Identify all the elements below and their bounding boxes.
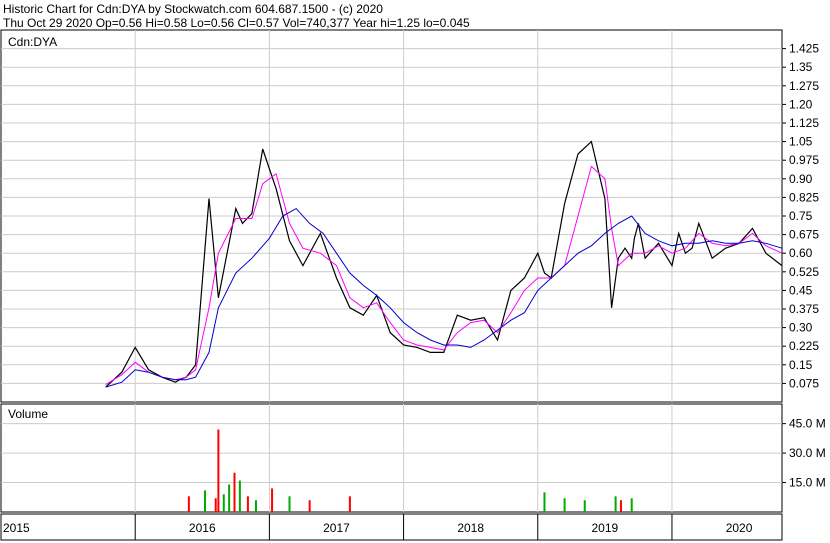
price-tick-label: 1.425 <box>789 42 819 56</box>
price-tick-label: 0.375 <box>789 302 819 316</box>
volume-bar <box>187 496 190 512</box>
volume-bar <box>214 498 217 512</box>
volume-bar <box>614 496 617 512</box>
x-axis-frame <box>0 513 783 541</box>
volume-bar <box>543 492 546 512</box>
volume-bar <box>254 500 257 512</box>
price-tick-label: 0.90 <box>789 172 813 186</box>
volume-bar <box>348 496 351 512</box>
x-axis: 2015 2016 2017 2018 2019 2020 <box>0 513 783 541</box>
volume-bar <box>288 496 291 512</box>
volume-bar <box>619 500 622 512</box>
volume-bar <box>233 472 236 512</box>
price-grid <box>1 30 782 402</box>
price-tick-label: 0.60 <box>789 246 813 260</box>
price-tick-label: 0.30 <box>789 321 813 335</box>
price-tick-label: 0.225 <box>789 339 819 353</box>
price-tick-label: 1.20 <box>789 97 813 111</box>
x-year-label: 2020 <box>726 521 753 535</box>
volume-panel: Volume 45.0 M 30.0 M 15.0 M <box>0 403 826 513</box>
price-tick-label: 0.675 <box>789 228 819 242</box>
volume-panel-frame <box>0 403 783 513</box>
x-year-label: 2015 <box>3 521 30 535</box>
volume-tick-label: 30.0 M <box>789 446 826 460</box>
volume-bar <box>630 498 633 512</box>
price-tick-label: 1.275 <box>789 79 819 93</box>
price-tick-label: 0.825 <box>789 190 819 204</box>
volume-bar <box>583 500 586 512</box>
price-tick-label: 1.35 <box>789 60 813 74</box>
x-year-label: 2016 <box>189 521 216 535</box>
volume-tick-label: 15.0 M <box>789 476 826 490</box>
price-tick-label: 0.45 <box>789 283 813 297</box>
price-tick-label: 0.75 <box>789 209 813 223</box>
volume-tick-label: 45.0 M <box>789 417 826 431</box>
volume-bar <box>246 496 249 512</box>
stock-chart: Historic Chart for Cdn:DYA by Stockwatch… <box>0 2 826 541</box>
price-tick-label: 0.975 <box>789 153 819 167</box>
x-year-label: 2018 <box>457 521 484 535</box>
volume-bar <box>308 500 311 512</box>
price-tick-label: 0.15 <box>789 358 813 372</box>
volume-bar <box>563 498 566 512</box>
volume-bar <box>203 490 206 512</box>
volume-bar <box>222 494 225 512</box>
chart-header-line1: Historic Chart for Cdn:DYA by Stockwatch… <box>3 2 383 16</box>
price-panel-title: Cdn:DYA <box>8 35 57 49</box>
volume-bar <box>238 480 241 512</box>
price-panel: Cdn:DYA 1.425 1.35 1.275 1.20 1.125 1.05 0.975… <box>0 29 819 403</box>
volume-bar <box>217 429 220 512</box>
price-y-axis: 1.425 1.35 1.275 1.20 1.125 1.05 0.975 0.90 0.82… <box>782 42 819 390</box>
price-tick-label: 1.05 <box>789 135 813 149</box>
volume-bar <box>228 484 231 512</box>
x-year-label: 2017 <box>323 521 350 535</box>
x-year-label: 2019 <box>592 521 619 535</box>
price-tick-label: 0.075 <box>789 376 819 390</box>
price-tick-label: 0.525 <box>789 265 819 279</box>
volume-bar <box>271 488 274 512</box>
volume-y-axis: 45.0 M 30.0 M 15.0 M <box>782 417 826 490</box>
price-tick-label: 1.125 <box>789 116 819 130</box>
chart-header-line2: Thu Oct 29 2020 Op=0.56 Hi=0.58 Lo=0.56 … <box>3 16 470 30</box>
volume-panel-title: Volume <box>8 407 48 421</box>
